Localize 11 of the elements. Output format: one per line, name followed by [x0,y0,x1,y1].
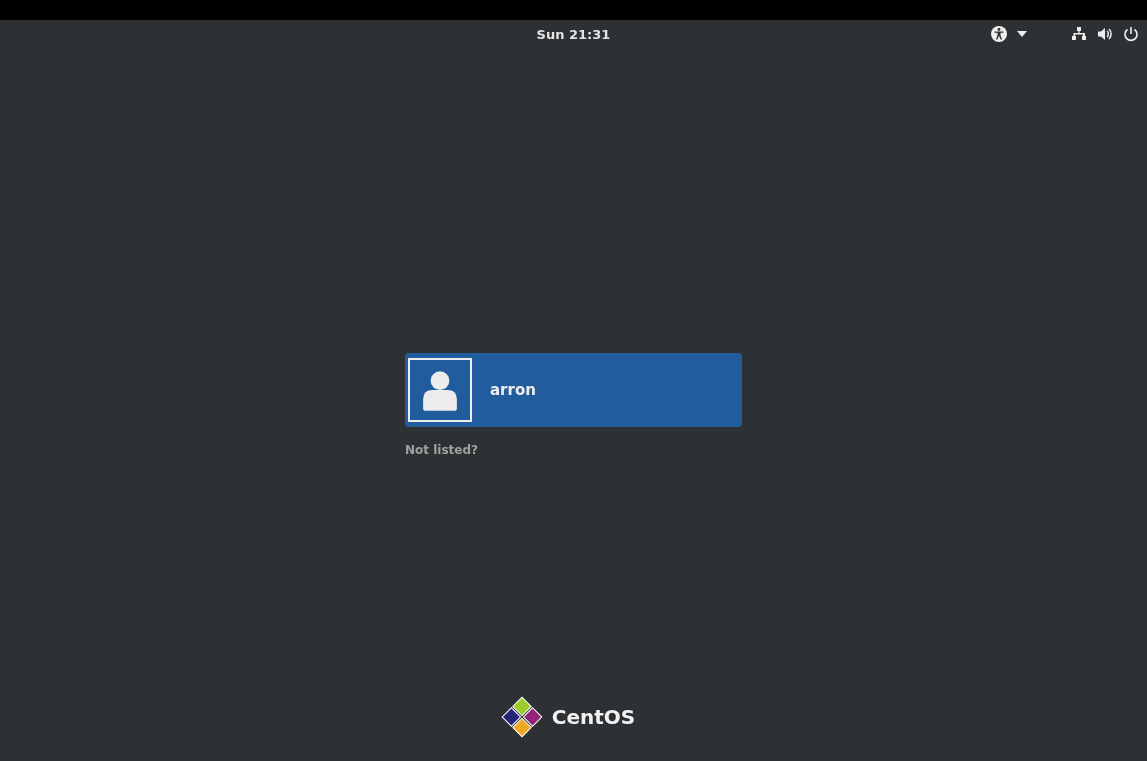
network-icon[interactable] [1071,26,1087,42]
user-item[interactable]: arron [405,353,742,427]
not-listed-link[interactable]: Not listed? [405,443,478,457]
avatar-icon [408,358,472,422]
power-icon[interactable] [1123,26,1139,42]
volume-icon[interactable] [1097,26,1113,42]
caret-icon[interactable] [1017,31,1027,37]
logo-text: CentOS [551,705,636,729]
logo-icon [499,695,544,739]
accessibility-icon[interactable] [991,26,1007,42]
clock[interactable]: Sun 21:31 [536,26,611,42]
